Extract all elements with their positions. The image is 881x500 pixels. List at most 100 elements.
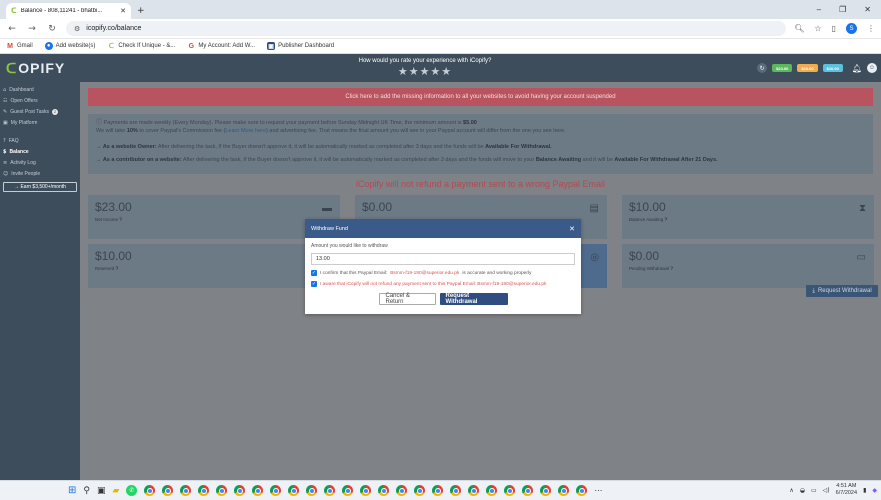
- search-icon[interactable]: ⚲: [83, 486, 90, 496]
- amount-input[interactable]: [311, 253, 575, 265]
- modal-body: Amount you would like to withdraw ✓ I co…: [305, 238, 581, 310]
- cancel-return-button[interactable]: Cancel & Return: [378, 293, 436, 305]
- address-bar[interactable]: ⚙ icopify.co/balance: [66, 21, 787, 36]
- pill-reserved[interactable]: $10.00: [822, 64, 843, 72]
- side-panel-icon[interactable]: ▯: [832, 24, 836, 33]
- close-icon[interactable]: ✕: [569, 225, 575, 233]
- chrome-icon[interactable]: [396, 485, 408, 496]
- confirm-email-checkbox-row[interactable]: ✓ I confirm that this Paypal Email: Bsmm…: [311, 270, 575, 276]
- chrome-icon[interactable]: [324, 485, 336, 496]
- sidebar-item-faq[interactable]: ? FAQ: [0, 135, 80, 146]
- chrome-icon[interactable]: [180, 485, 192, 496]
- bookmarks-bar: M Gmail ● Add website(s) ᑕ Check If Uniq…: [0, 39, 881, 54]
- windows-start-icon[interactable]: ⊞: [68, 485, 76, 496]
- bookmark-publisher-dashboard[interactable]: ▣ Publisher Dashboard: [267, 42, 334, 50]
- reload-icon[interactable]: ↻: [46, 24, 58, 34]
- card-amount: $23.00: [95, 200, 132, 214]
- publisher-icon: ▣: [267, 42, 276, 50]
- zoom-icon[interactable]: 🔍︎: [794, 24, 804, 33]
- modal-request-withdrawal-button[interactable]: Request Withdrawal: [439, 293, 508, 305]
- earn-button[interactable]: → Earn $3,500+/month: [3, 182, 77, 192]
- clock-time: 4:51 AM: [836, 483, 857, 489]
- chrome-icon[interactable]: [432, 485, 444, 496]
- browser-tab[interactable]: ᑕ Balance - 808,11241 - bhatbi... ✕: [6, 3, 131, 19]
- bookmark-gmail[interactable]: M Gmail: [6, 42, 33, 50]
- chrome-icon[interactable]: [558, 485, 570, 496]
- refund-aware-checkbox-row[interactable]: ✓ I aware that iCopify will not refund a…: [311, 281, 575, 287]
- missing-info-banner[interactable]: Click here to add the missing informatio…: [88, 88, 873, 106]
- chrome-icon[interactable]: [504, 485, 516, 496]
- pill-net-income[interactable]: $23.00: [772, 64, 793, 72]
- bookmark-check-unique[interactable]: ᑕ Check If Unique - &...: [107, 42, 175, 50]
- chrome-icon[interactable]: [162, 485, 174, 496]
- menu-kebab-icon[interactable]: ⋮: [867, 24, 875, 33]
- volume-icon[interactable]: ◁): [823, 487, 830, 494]
- chrome-icon[interactable]: [378, 485, 390, 496]
- info-line-2: We will take 10% to cover Paypal's Commi…: [96, 128, 566, 134]
- chrome-icon[interactable]: [468, 485, 480, 496]
- chrome-icon[interactable]: [414, 485, 426, 496]
- chrome-icon[interactable]: [252, 485, 264, 496]
- payment-info-box: ⓘ Payments are made weekly (Every Monday…: [88, 114, 873, 174]
- help-icon: ❓︎: [115, 267, 119, 272]
- chrome-icon[interactable]: [306, 485, 318, 496]
- card-label: Net Income ❓︎: [95, 217, 122, 223]
- chrome-icon[interactable]: [522, 485, 534, 496]
- close-window-icon[interactable]: ✕: [864, 5, 871, 14]
- whatsapp-icon[interactable]: ✆: [126, 485, 138, 496]
- refresh-icon[interactable]: ↻: [757, 63, 768, 73]
- close-tab-icon[interactable]: ✕: [120, 7, 126, 15]
- chrome-icon[interactable]: [216, 485, 228, 496]
- chrome-icon[interactable]: [342, 485, 354, 496]
- sidebar-item-my-platform[interactable]: ▣ My Platform: [0, 117, 80, 128]
- back-icon[interactable]: ←: [6, 24, 18, 34]
- card-amount: $0.00: [629, 249, 660, 263]
- minimize-icon[interactable]: –: [817, 5, 821, 14]
- clock[interactable]: 4:51 AM 6/7/2024: [836, 483, 857, 497]
- chrome-icon[interactable]: [576, 485, 588, 496]
- checkbox-checked-icon[interactable]: ✓: [311, 270, 317, 276]
- request-withdrawal-button[interactable]: ⤓ Request Withdrawal: [806, 285, 878, 297]
- learn-more-link[interactable]: Learn More here: [225, 128, 266, 134]
- bookmark-my-account[interactable]: G My Account: Add W...: [187, 42, 255, 50]
- chrome-icon[interactable]: [270, 485, 282, 496]
- sidebar-item-activity-log[interactable]: ≡ Activity Log: [0, 157, 80, 168]
- bookmark-star-icon[interactable]: ☆: [814, 24, 821, 33]
- battery-icon[interactable]: ▭: [811, 487, 817, 494]
- window-controls: – ❐ ✕: [817, 5, 881, 14]
- rating-stars[interactable]: ★★★★★: [330, 65, 520, 78]
- bell-icon[interactable]: 🔔︎: [852, 64, 862, 73]
- site-info-icon[interactable]: ⚙: [74, 25, 80, 33]
- network-icon[interactable]: ◒: [800, 487, 805, 494]
- copilot-icon[interactable]: ◆: [872, 487, 877, 494]
- chrome-icon[interactable]: [234, 485, 246, 496]
- chrome-icon[interactable]: [144, 485, 156, 496]
- help-icon: ❓︎: [664, 218, 668, 223]
- checkbox-checked-icon[interactable]: ✓: [311, 281, 317, 287]
- chrome-icon[interactable]: [288, 485, 300, 496]
- sidebar-item-open-offers[interactable]: ☷ Open Offers: [0, 95, 80, 106]
- more-apps-icon[interactable]: ⋯: [594, 486, 602, 495]
- file-explorer-icon[interactable]: ▰: [113, 486, 120, 496]
- logo[interactable]: ᑕ OPIFY: [6, 60, 65, 77]
- restore-icon[interactable]: ❐: [839, 5, 846, 14]
- profile-avatar[interactable]: S: [846, 23, 857, 34]
- chrome-icon[interactable]: [198, 485, 210, 496]
- chevron-up-icon[interactable]: ∧: [789, 487, 793, 494]
- chrome-icon[interactable]: [360, 485, 372, 496]
- sidebar-item-dashboard[interactable]: ⌂ Dashboard: [0, 84, 80, 95]
- sidebar-item-guest-post-tasks[interactable]: ✎ Guest Post Tasks 2: [0, 106, 80, 117]
- chrome-icon[interactable]: [450, 485, 462, 496]
- new-tab-icon[interactable]: +: [137, 6, 145, 16]
- sidebar-item-invite-people[interactable]: ☺ Invite People: [0, 168, 80, 179]
- notification-icon[interactable]: ▮: [863, 487, 866, 494]
- user-avatar[interactable]: ☺: [867, 63, 877, 73]
- sidebar-item-balance[interactable]: $ Balance: [0, 146, 80, 157]
- task-view-icon[interactable]: ▣: [97, 486, 106, 496]
- bookmark-add-websites[interactable]: ● Add website(s): [44, 42, 95, 50]
- chrome-icon[interactable]: [540, 485, 552, 496]
- forward-icon[interactable]: →: [26, 24, 38, 34]
- chrome-icon[interactable]: [486, 485, 498, 496]
- pill-awaiting[interactable]: $10.00: [797, 64, 818, 72]
